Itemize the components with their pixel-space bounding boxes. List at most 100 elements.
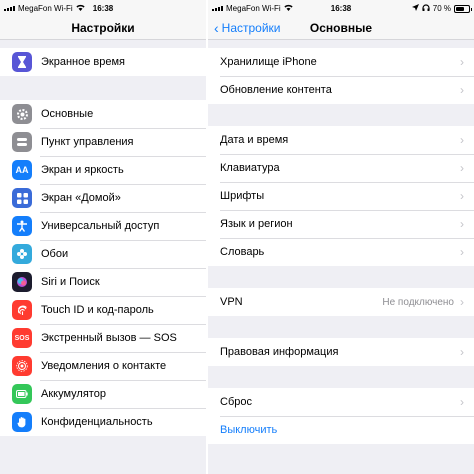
chevron-right-icon: ›: [460, 83, 464, 97]
general-item-label: Хранилище iPhone: [220, 56, 317, 68]
general-item-label: Шрифты: [220, 190, 265, 202]
nav-bar: Настройки: [0, 17, 206, 40]
battery-icon: [12, 384, 32, 404]
nav-bar: ‹ Настройки Основные: [208, 17, 474, 40]
settings-item[interactable]: Siri и Поиск: [0, 268, 206, 296]
settings-item-label: Siri и Поиск: [41, 276, 100, 288]
settings-group-main: Основные Пункт управления AA Экран и яркост…: [0, 100, 206, 436]
general-item-label: Правовая информация: [220, 346, 339, 358]
wifi-icon: [284, 4, 293, 13]
settings-item-label: Touch ID и код-пароль: [41, 304, 154, 316]
settings-item-label: Основные: [41, 108, 94, 120]
chevron-right-icon: ›: [460, 189, 464, 203]
location-icon: [411, 4, 419, 13]
display-brightness-icon: AA: [12, 160, 32, 180]
general-item[interactable]: Обновление контента ›: [208, 76, 474, 104]
general-pane: MegaFon Wi-Fi 16:38 70 % ‹ Настройки Осн…: [208, 0, 474, 474]
back-button-label: Настройки: [221, 21, 281, 35]
carrier-label: MegaFon Wi-Fi: [226, 4, 281, 13]
general-item-label: Обновление контента: [220, 84, 332, 96]
privacy-hand-icon: [12, 412, 32, 432]
general-item[interactable]: Выключить: [208, 416, 474, 444]
settings-item[interactable]: Обои: [0, 240, 206, 268]
general-item[interactable]: Словарь ›: [208, 238, 474, 266]
settings-item[interactable]: Пункт управления: [0, 128, 206, 156]
chevron-right-icon: ›: [460, 395, 464, 409]
gear-icon: [12, 104, 32, 124]
signal-icon: [4, 6, 15, 11]
fingerprint-icon: [12, 300, 32, 320]
settings-item-label: Экран и яркость: [41, 164, 124, 176]
chevron-right-icon: ›: [460, 217, 464, 231]
general-item[interactable]: Клавиатура ›: [208, 154, 474, 182]
general-item-label: Словарь: [220, 246, 265, 258]
status-time: 16:38: [330, 4, 352, 13]
settings-item[interactable]: Конфиденциальность: [0, 408, 206, 436]
accessibility-icon: [12, 216, 32, 236]
general-item[interactable]: Правовая информация ›: [208, 338, 474, 366]
settings-item-label: Аккумулятор: [41, 388, 106, 400]
headphones-icon: [422, 4, 430, 13]
wallpaper-flower-icon: [12, 244, 32, 264]
chevron-right-icon: ›: [460, 245, 464, 259]
general-group-locale: Дата и время › Клавиатура › Шрифты › Язык и ре…: [208, 126, 474, 266]
chevron-right-icon: ›: [460, 345, 464, 359]
general-item[interactable]: Язык и регион ›: [208, 210, 474, 238]
signal-icon: [212, 6, 223, 11]
settings-item-label: Пункт управления: [41, 136, 134, 148]
general-item[interactable]: Дата и время ›: [208, 126, 474, 154]
chevron-right-icon: ›: [460, 161, 464, 175]
settings-item[interactable]: AA Экран и яркость: [0, 156, 206, 184]
general-item-label: VPN: [220, 296, 243, 308]
general-item[interactable]: Шрифты ›: [208, 182, 474, 210]
battery-indicator-icon: [454, 4, 472, 13]
settings-item[interactable]: Экранное время: [0, 48, 206, 76]
sos-icon-label: SOS: [14, 334, 30, 342]
general-item[interactable]: VPN Не подключено ›: [208, 288, 474, 316]
settings-pane: MegaFon Wi-Fi 16:38 Настройки Экранное в…: [0, 0, 206, 474]
status-right-indicators: 70 %: [411, 4, 472, 13]
settings-item[interactable]: Универсальный доступ: [0, 212, 206, 240]
back-button[interactable]: ‹ Настройки: [214, 21, 281, 35]
settings-group-screen-time: Экранное время: [0, 48, 206, 76]
chevron-right-icon: ›: [460, 133, 464, 147]
general-item-value: Не подключено: [382, 296, 454, 308]
settings-item[interactable]: Основные: [0, 100, 206, 128]
chevron-right-icon: ›: [460, 295, 464, 309]
exposure-notification-icon: [12, 356, 32, 376]
general-item-label: Язык и регион: [220, 218, 293, 230]
battery-percent: 70 %: [432, 4, 451, 13]
settings-item-label: Экстренный вызов — SOS: [41, 332, 177, 344]
general-item[interactable]: Хранилище iPhone ›: [208, 48, 474, 76]
siri-icon: [12, 272, 32, 292]
control-center-icon: [12, 132, 32, 152]
page-title: Настройки: [71, 21, 135, 35]
settings-item[interactable]: SOS Экстренный вызов — SOS: [0, 324, 206, 352]
general-item-label: Дата и время: [220, 134, 289, 146]
settings-item-label: Конфиденциальность: [41, 416, 153, 428]
status-time: 16:38: [92, 4, 114, 13]
sos-icon: SOS: [12, 328, 32, 348]
general-group-reset: Сброс › Выключить: [208, 388, 474, 444]
settings-item[interactable]: Уведомления о контакте: [0, 352, 206, 380]
status-bar: MegaFon Wi-Fi 16:38 70 %: [208, 0, 474, 17]
general-item-label: Клавиатура: [220, 162, 280, 174]
carrier-label: MegaFon Wi-Fi: [18, 4, 73, 13]
settings-item[interactable]: Touch ID и код-пароль: [0, 296, 206, 324]
general-item-label: Выключить: [220, 424, 278, 436]
general-group-legal: Правовая информация ›: [208, 338, 474, 366]
settings-item-label: Экранное время: [41, 56, 125, 68]
wifi-icon: [76, 4, 85, 13]
status-bar: MegaFon Wi-Fi 16:38: [0, 0, 206, 17]
general-item-label: Сброс: [220, 396, 252, 408]
chevron-right-icon: ›: [460, 55, 464, 69]
general-item[interactable]: Сброс ›: [208, 388, 474, 416]
settings-item[interactable]: Аккумулятор: [0, 380, 206, 408]
settings-item-label: Экран «Домой»: [41, 192, 121, 204]
settings-item[interactable]: Экран «Домой»: [0, 184, 206, 212]
